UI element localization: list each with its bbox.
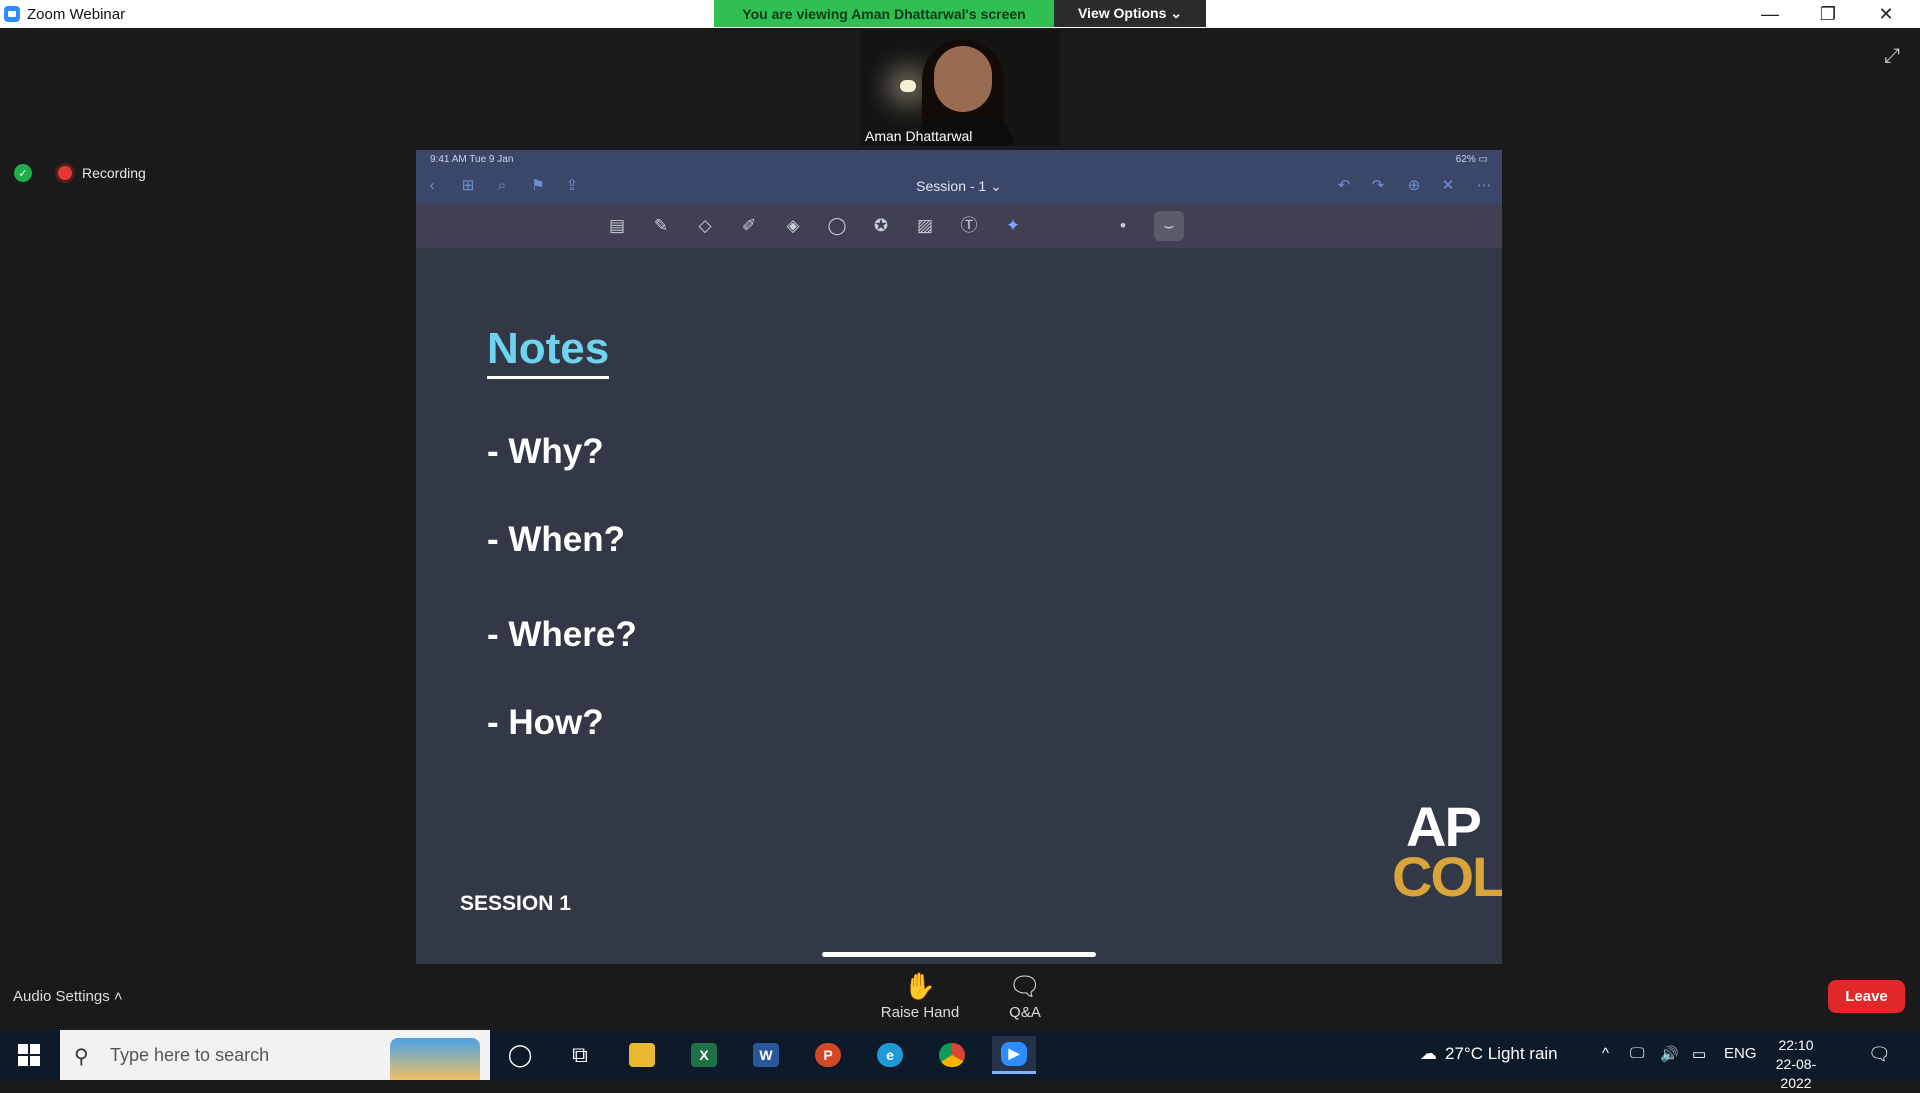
shapes-icon[interactable]: ◈ — [782, 215, 804, 237]
eraser-icon[interactable]: ◇ — [694, 215, 716, 237]
close-button[interactable]: ✕ — [1860, 2, 1912, 26]
speaker-name: Aman Dhattarwal — [865, 128, 973, 144]
ipad-home-indicator — [822, 952, 1096, 957]
minimize-button[interactable]: — — [1744, 2, 1796, 26]
zoom-app-icon — [4, 6, 20, 22]
qa-button[interactable]: 🗨 Q&A — [990, 970, 1060, 1021]
view-options-button[interactable]: View Options ⌄ — [1054, 0, 1206, 27]
weather-text: 27°C Light rain — [1445, 1044, 1558, 1063]
hand-icon: ✋ — [903, 971, 937, 1001]
leave-button[interactable]: Leave — [1828, 980, 1905, 1013]
cloud-rain-icon: ☁ — [1420, 1044, 1437, 1063]
bullet-why: - Why? — [487, 432, 604, 471]
windows-start-icon[interactable] — [18, 1044, 40, 1066]
search-placeholder: Type here to search — [110, 1045, 270, 1065]
text-icon[interactable]: Ⓣ — [958, 215, 980, 237]
raise-hand-button[interactable]: ✋ Raise Hand — [870, 970, 970, 1021]
audio-settings-button[interactable]: Audio Settings ˄ — [13, 988, 123, 1005]
chrome-icon[interactable] — [930, 1036, 974, 1074]
laser-pointer-icon[interactable]: ✦ — [1002, 215, 1024, 237]
ipad-status-bar: 9:41 AM Tue 9 Jan 62% ▭ — [416, 150, 1502, 168]
close-doc-icon[interactable]: ✕ — [1438, 176, 1458, 196]
add-page-icon[interactable]: ⊕ — [1404, 176, 1424, 196]
windows-taskbar: ⚲ Type here to search ◯ ⧉ X W P e ▶ ☁ 27… — [0, 1030, 1920, 1091]
notes-app-bar: ‹ ⊞ ⌕ ⚑ ⇪ Session - 1 ⌄ ↶ ↷ ⊕ ✕ ⋯ — [416, 168, 1502, 204]
file-explorer-icon[interactable] — [620, 1036, 664, 1074]
speaker-video-tile[interactable]: Aman Dhattarwal — [860, 30, 1060, 146]
battery-percent: 62% — [1455, 154, 1476, 165]
shield-check-icon[interactable]: ✓ — [14, 164, 32, 182]
pen-toolbar: ▤ ✎ ◇ ✐ ◈ ◯ ✪ ▨ Ⓣ ✦ • ⌣ — [416, 204, 1502, 248]
network-icon[interactable]: 🖵 — [1630, 1045, 1644, 1062]
more-icon[interactable]: ⋯ — [1474, 176, 1494, 196]
clock-date: 22-08-2022 — [1775, 1056, 1817, 1091]
stroke-size-icon[interactable]: • — [1112, 215, 1134, 237]
slide-title: Notes — [487, 322, 610, 379]
undo-icon[interactable]: ↶ — [1334, 176, 1354, 196]
raise-hand-label: Raise Hand — [880, 1004, 960, 1021]
lasso-icon[interactable]: ◯ — [826, 215, 848, 237]
recording-label: Recording — [82, 165, 146, 181]
sidebar-icon[interactable]: ▤ — [606, 215, 628, 237]
recording-icon — [58, 166, 72, 180]
ipad-battery: 62% ▭ — [1455, 154, 1488, 165]
search-highlight-art — [390, 1038, 480, 1080]
powerpoint-icon[interactable]: P — [806, 1036, 850, 1074]
brand-logo-bottom: COL — [1392, 845, 1502, 908]
ipad-time: 9:41 AM Tue 9 Jan — [430, 154, 514, 165]
taskbar-clock[interactable]: 22:10 22-08-2022 — [1768, 1036, 1824, 1093]
task-view-icon[interactable]: ⧉ — [558, 1036, 602, 1074]
qa-label: Q&A — [1009, 1004, 1041, 1021]
meeting-status: ✓ Recording — [14, 164, 146, 182]
shared-screen: 9:41 AM Tue 9 Jan 62% ▭ ‹ ⊞ ⌕ ⚑ ⇪ Sessio… — [416, 150, 1502, 964]
chat-bubbles-icon: 🗨 — [1008, 971, 1042, 1001]
zoom-taskbar-icon[interactable]: ▶ — [992, 1036, 1036, 1074]
battery-icon[interactable]: ▭ — [1692, 1045, 1706, 1063]
weather-widget[interactable]: ☁ 27°C Light rain — [1420, 1044, 1558, 1064]
edge-icon[interactable]: e — [868, 1036, 912, 1074]
stroke-curve-icon[interactable]: ⌣ — [1158, 215, 1180, 237]
word-icon[interactable]: W — [744, 1036, 788, 1074]
notifications-icon[interactable]: 🗨 — [1868, 1044, 1891, 1065]
sticker-icon[interactable]: ✪ — [870, 215, 892, 237]
bullet-where: - Where? — [487, 615, 637, 654]
image-icon[interactable]: ▨ — [914, 215, 936, 237]
bullet-how: - How? — [487, 703, 604, 742]
note-canvas: Notes - Why? - When? - Where? - How? SES… — [416, 248, 1502, 964]
show-hidden-icons-icon[interactable]: ^ — [1602, 1045, 1609, 1062]
pen-icon[interactable]: ✎ — [650, 215, 672, 237]
window-title: Zoom Webinar — [27, 6, 126, 23]
bullet-when: - When? — [487, 520, 626, 559]
search-icon: ⚲ — [74, 1046, 89, 1068]
highlighter-icon[interactable]: ✐ — [738, 215, 760, 237]
cortana-icon[interactable]: ◯ — [498, 1036, 542, 1074]
session-label: SESSION 1 — [460, 892, 571, 915]
excel-icon[interactable]: X — [682, 1036, 726, 1074]
taskbar-search-box[interactable]: ⚲ Type here to search — [60, 1030, 490, 1080]
viewing-screen-banner: You are viewing Aman Dhattarwal's screen — [714, 0, 1054, 27]
fullscreen-icon[interactable]: ⤢ — [1880, 44, 1904, 68]
volume-icon[interactable]: 🔊 — [1660, 1045, 1679, 1063]
clock-time: 22:10 — [1778, 1037, 1814, 1053]
restore-button[interactable]: ❐ — [1802, 2, 1854, 26]
redo-icon[interactable]: ↷ — [1368, 176, 1388, 196]
language-indicator[interactable]: ENG — [1724, 1045, 1757, 1062]
video-lamp — [900, 80, 916, 92]
video-person-face — [934, 46, 992, 112]
